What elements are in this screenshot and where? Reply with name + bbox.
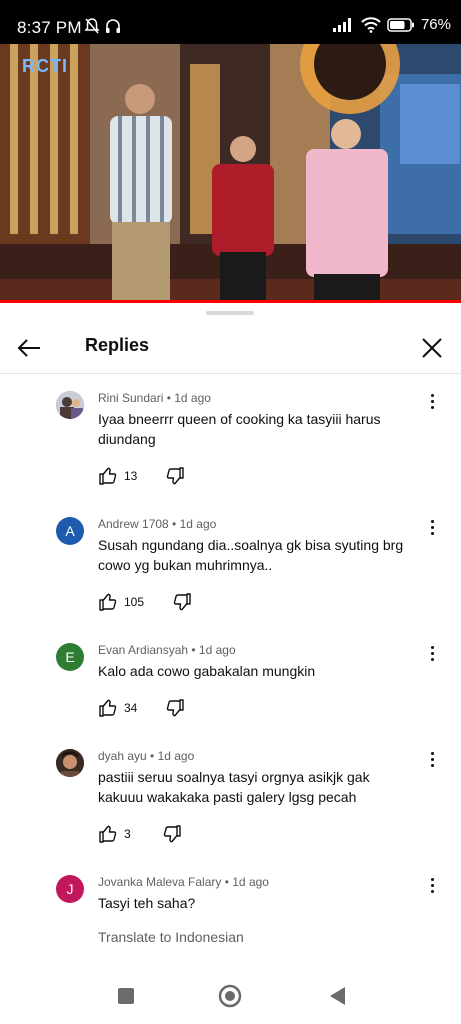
battery-icon xyxy=(387,17,414,32)
thumbs-up-icon[interactable] xyxy=(98,824,118,844)
battery-percent: 76% xyxy=(420,16,451,33)
sheet-grab-handle[interactable] xyxy=(206,311,254,315)
more-options-icon[interactable] xyxy=(424,749,440,769)
translate-link[interactable]: Translate to Indonesian xyxy=(98,929,244,945)
thumbs-down-icon[interactable] xyxy=(162,824,182,844)
thumbs-up-icon[interactable] xyxy=(98,698,118,718)
more-options-icon[interactable] xyxy=(424,643,440,663)
thumbs-down-icon[interactable] xyxy=(172,592,192,612)
avatar[interactable]: A xyxy=(56,517,84,545)
recent-apps-icon[interactable] xyxy=(114,984,138,1008)
like-count: 105 xyxy=(124,595,145,609)
more-options-icon[interactable] xyxy=(424,517,440,537)
avatar[interactable]: E xyxy=(56,643,84,671)
sheet-title: Replies xyxy=(85,335,150,355)
thumbs-down-icon[interactable] xyxy=(165,466,185,486)
comment-meta[interactable]: Evan Ardiansyah • 1d ago xyxy=(98,643,236,657)
thumbs-down-icon[interactable] xyxy=(165,698,185,718)
comment-actions: 3 xyxy=(98,824,182,844)
avatar-letter: J xyxy=(66,881,74,897)
avatar-photo xyxy=(56,391,84,419)
comment-meta[interactable]: Rini Sundari • 1d ago xyxy=(98,391,211,405)
status-right-icons: 76% xyxy=(332,16,451,33)
comment-text: Kalo ada cowo gabakalan mungkin xyxy=(98,663,316,679)
avatar-photo xyxy=(56,749,84,777)
comment-meta[interactable]: Jovanka Maleva Falary • 1d ago xyxy=(98,875,269,889)
like-count: 34 xyxy=(124,701,138,715)
comment-text: pastiii seruu soalnya tasyi orgnya asikj… xyxy=(98,769,370,805)
headphones-icon xyxy=(106,19,120,33)
sheet-header: Replies xyxy=(0,321,461,373)
thumbs-up-icon[interactable] xyxy=(98,592,118,612)
avatar-letter: E xyxy=(65,649,75,665)
comment-text: Susah ngundang dia..soalnya gk bisa syut… xyxy=(98,537,404,573)
comment-meta[interactable]: Andrew 1708 • 1d ago xyxy=(98,517,216,531)
comment-actions: 105 xyxy=(98,592,192,612)
back-arrow-icon[interactable] xyxy=(14,333,44,363)
video-frame xyxy=(0,44,461,302)
avatar[interactable] xyxy=(56,749,84,777)
avatar[interactable] xyxy=(56,391,84,419)
status-notification-icons xyxy=(84,17,122,35)
back-nav-icon[interactable] xyxy=(326,984,350,1008)
bell-off-icon xyxy=(84,18,100,34)
comment-meta[interactable]: dyah ayu • 1d ago xyxy=(98,749,194,763)
signal-icon xyxy=(332,17,351,32)
more-options-icon[interactable] xyxy=(424,875,440,895)
more-options-icon[interactable] xyxy=(424,391,440,411)
wifi-icon xyxy=(361,16,381,33)
avatar-letter: A xyxy=(65,523,75,539)
video-player[interactable]: RCTI xyxy=(0,44,461,302)
replies-sheet: Replies Rini Sundari • 1d ago Iyaa bneer… xyxy=(0,303,461,1024)
status-time: 8:37 PM xyxy=(17,18,82,37)
avatar[interactable]: J xyxy=(56,875,84,903)
header-divider xyxy=(0,373,461,374)
comment-text: Tasyi teh saha? xyxy=(98,895,196,911)
channel-logo: RCTI xyxy=(22,56,68,76)
like-count: 3 xyxy=(124,827,131,841)
thumbs-up-icon[interactable] xyxy=(98,466,118,486)
comment-actions: 34 xyxy=(98,698,185,718)
like-count: 13 xyxy=(124,469,138,483)
comment-actions: 13 xyxy=(98,466,185,486)
system-nav-bar xyxy=(0,968,461,1024)
close-icon[interactable] xyxy=(417,333,447,363)
home-icon[interactable] xyxy=(218,984,242,1008)
status-bar: 8:37 PM 76% xyxy=(0,0,461,44)
comment-text: Iyaa bneerrr queen of cooking ka tasyiii… xyxy=(98,411,381,447)
